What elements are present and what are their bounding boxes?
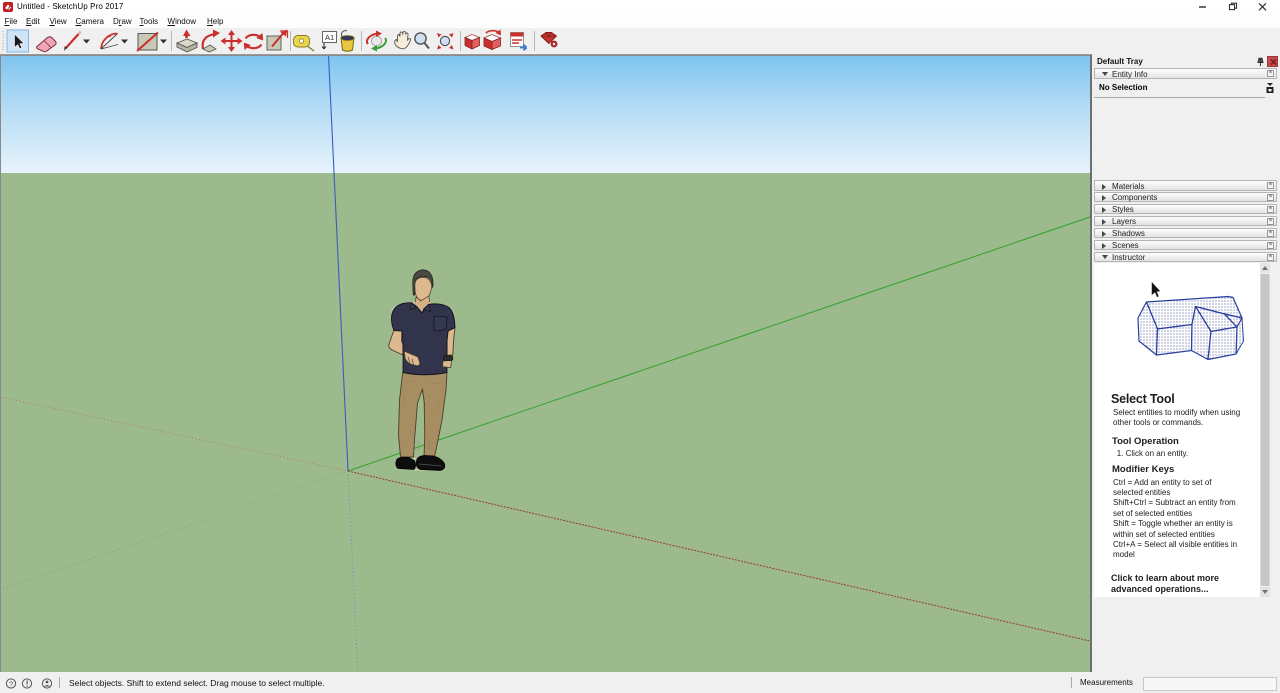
svg-text:A1: A1 <box>325 33 334 42</box>
svg-text:?: ? <box>9 680 13 689</box>
